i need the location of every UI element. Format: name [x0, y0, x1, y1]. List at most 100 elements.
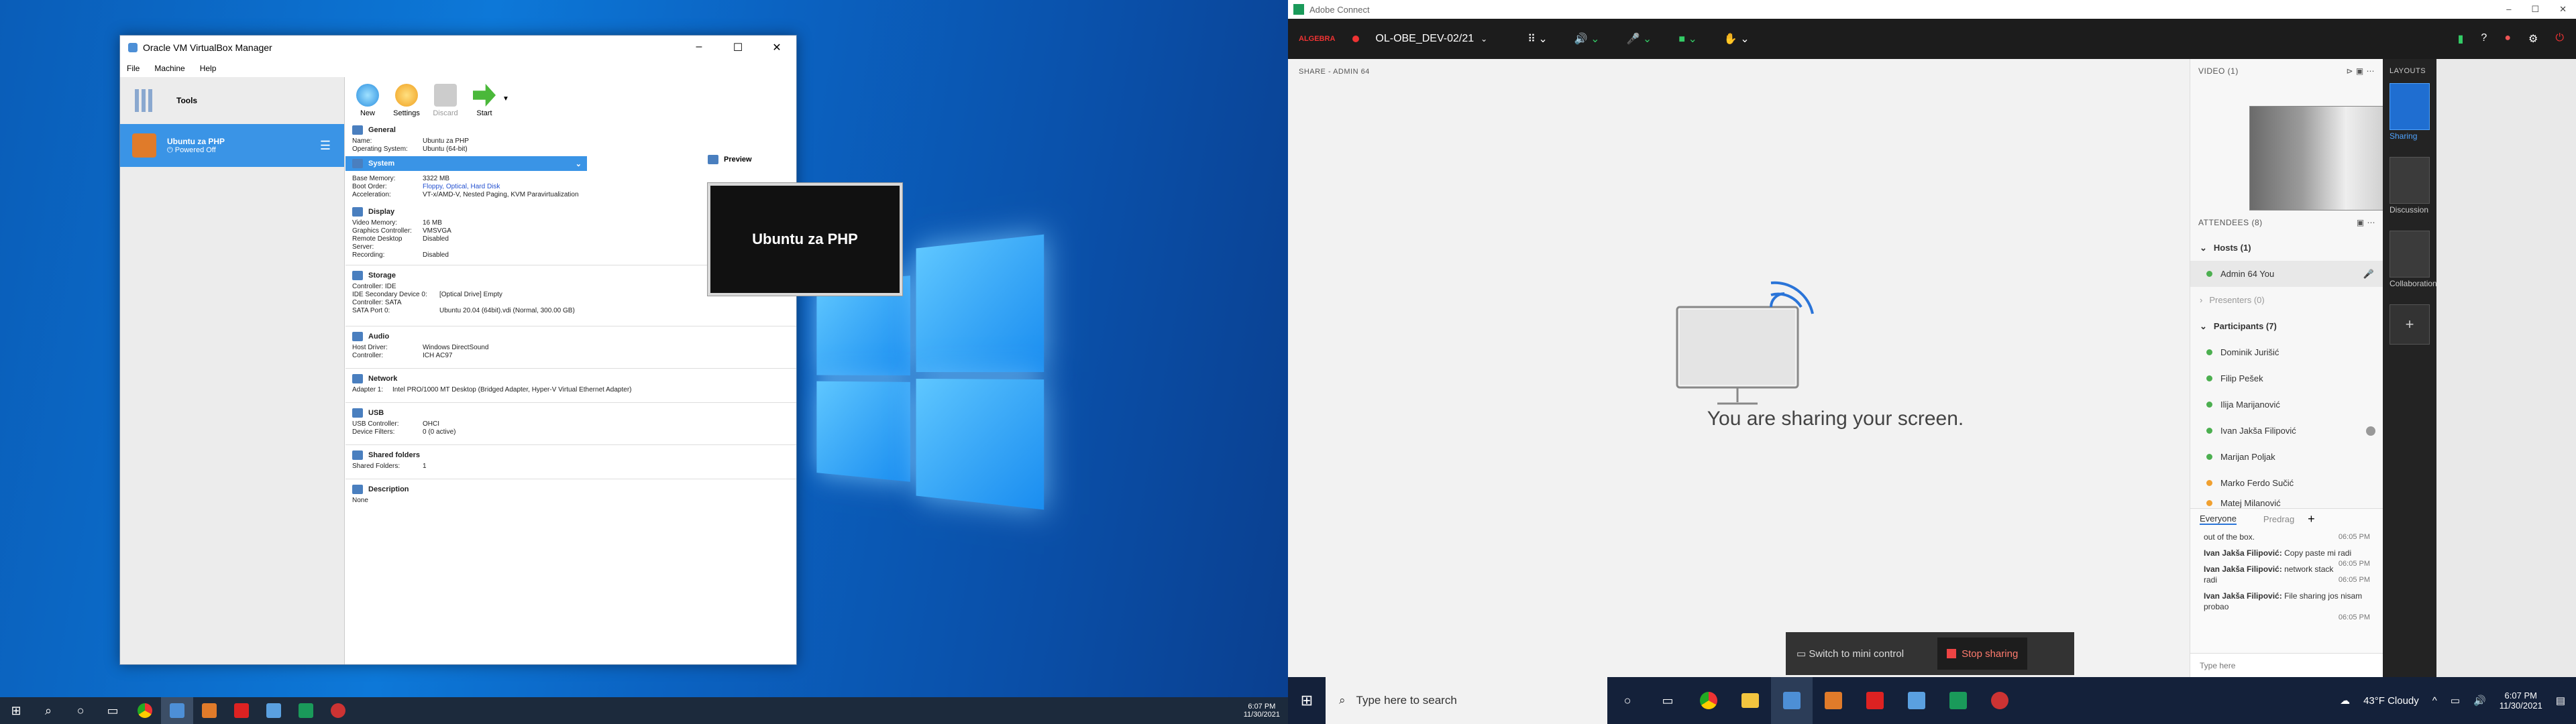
detail-value: Ubuntu za PHP — [423, 137, 469, 145]
apps-grid-icon[interactable]: ⠿ ⌄ — [1527, 32, 1548, 46]
notifications-icon[interactable]: ● — [2504, 32, 2511, 46]
stop-sharing-button[interactable]: Stop sharing — [1937, 638, 2028, 670]
app-icon-red[interactable] — [322, 697, 354, 724]
help-icon[interactable]: ? — [2481, 32, 2487, 46]
layout-discussion[interactable] — [2390, 157, 2430, 204]
layout-sharing[interactable] — [2390, 83, 2430, 130]
display-title[interactable]: Display — [368, 208, 394, 216]
participant-row[interactable]: Matej Milanović — [2190, 496, 2383, 509]
attendee-name: Filip Pešek — [2220, 373, 2263, 383]
participant-row[interactable]: Marko Ferdo Sučić — [2190, 470, 2383, 496]
chrome-icon[interactable] — [1688, 677, 1729, 724]
clock-right[interactable]: 6:07 PM 11/30/2021 — [2500, 690, 2542, 711]
room-dropdown-icon[interactable]: ⌄ — [1481, 34, 1487, 44]
start-dropdown-icon[interactable]: ▼ — [502, 95, 509, 103]
start-menu-icon[interactable]: ⊞ — [0, 697, 32, 724]
camera-icon[interactable]: ■ ⌄ — [1678, 32, 1697, 46]
chevron-down-icon: ⌄ — [2200, 320, 2207, 331]
tray-chevron-icon[interactable]: ^ — [2432, 695, 2437, 707]
detail-value: Disabled — [423, 251, 449, 259]
notification-center-icon[interactable]: ▤ — [2556, 695, 2565, 707]
new-button[interactable]: New — [352, 77, 383, 120]
network-icon[interactable]: ▭ — [2451, 695, 2460, 707]
participants-group[interactable]: ⌄ Participants (7) — [2190, 313, 2383, 339]
clock-left[interactable]: 6:07 PM 11/30/2021 — [1244, 697, 1280, 724]
usb-title[interactable]: USB — [368, 409, 384, 417]
taskbar-left: ⊞ ⌕ ○ ▭ 6:07 PM 11/30/2021 — [0, 697, 1288, 724]
boot-order-link[interactable]: Floppy, Optical, Hard Disk — [423, 183, 500, 191]
app-icon-orange[interactable] — [1813, 677, 1854, 724]
description-title[interactable]: Description — [368, 485, 409, 493]
microphone-icon[interactable]: 🎤 ⌄ — [1627, 32, 1652, 46]
vm-item-ubuntu[interactable]: Ubuntu za PHP ⏻ Powered Off ☰ — [120, 124, 344, 167]
close-icon[interactable]: ✕ — [757, 41, 796, 54]
maximize-icon[interactable]: ☐ — [718, 41, 757, 54]
acrobat-icon[interactable] — [1854, 677, 1896, 724]
layout-collaboration[interactable] — [2390, 231, 2430, 278]
start-menu-icon[interactable]: ⊞ — [1288, 677, 1326, 724]
participant-row[interactable]: Dominik Jurišić — [2190, 339, 2383, 365]
status-badge-icon — [2366, 426, 2375, 436]
menu-machine[interactable]: Machine — [154, 64, 184, 73]
app-icon-red[interactable] — [1979, 677, 2021, 724]
attendees-options-icon[interactable]: ▣ ⋯ — [2357, 218, 2375, 227]
participant-row[interactable]: Filip Pešek — [2190, 365, 2383, 391]
virtualbox-taskbar-icon[interactable] — [1771, 677, 1813, 724]
network-title[interactable]: Network — [368, 375, 397, 383]
weather-text[interactable]: 43°F Cloudy — [2363, 695, 2419, 707]
minimize-icon[interactable]: – — [680, 41, 718, 54]
participant-row[interactable]: Marijan Poljak — [2190, 444, 2383, 470]
tools-item[interactable]: Tools — [120, 77, 344, 124]
host-row[interactable]: Admin 64 You 🎤 — [2190, 261, 2383, 287]
shared-folders-title[interactable]: Shared folders — [368, 451, 420, 459]
settings-icon[interactable]: ⚙ — [2528, 32, 2538, 46]
start-button[interactable]: Start — [469, 77, 500, 120]
task-view-icon[interactable]: ▭ — [97, 697, 129, 724]
room-name[interactable]: OL-OBE_DEV-02/21 — [1375, 33, 1474, 45]
collapse-chevron-icon[interactable]: ⌄ — [576, 160, 582, 168]
task-view-icon[interactable]: ▭ — [1648, 677, 1688, 724]
acrobat-icon[interactable] — [225, 697, 258, 724]
audio-title[interactable]: Audio — [368, 333, 389, 341]
taskbar-search[interactable]: ⌕ Type here to search — [1326, 677, 1607, 724]
volume-icon[interactable]: 🔊 — [2473, 695, 2486, 707]
video-pod-options-icon[interactable]: ⊳ ▣ ⋯ — [2346, 66, 2375, 76]
minimize-icon[interactable]: – — [2506, 4, 2511, 15]
cortana-icon[interactable]: ○ — [64, 697, 97, 724]
speaker-icon[interactable]: 🔊 ⌄ — [1574, 32, 1600, 46]
vm-menu-icon[interactable]: ☰ — [320, 139, 331, 153]
attendee-name: Dominik Jurišić — [2220, 347, 2279, 357]
chat-input[interactable] — [2190, 653, 2383, 677]
system-title[interactable]: System — [368, 160, 394, 168]
virtualbox-taskbar-icon[interactable] — [161, 697, 193, 724]
menu-file[interactable]: File — [127, 64, 140, 73]
hosts-group[interactable]: ⌄ Hosts (1) — [2190, 235, 2383, 261]
chat-tab-predrag[interactable]: Predrag — [2263, 514, 2294, 524]
close-icon[interactable]: ✕ — [2559, 4, 2567, 15]
app-icon-blue[interactable] — [1896, 677, 1937, 724]
chat-tab-everyone[interactable]: Everyone — [2200, 514, 2237, 525]
chrome-icon[interactable] — [129, 697, 161, 724]
adobe-connect-icon[interactable] — [1937, 677, 1979, 724]
switch-mini-control-button[interactable]: ▭ Switch to mini control — [1796, 648, 1904, 660]
maximize-icon[interactable]: ☐ — [2531, 4, 2539, 15]
menu-help[interactable]: Help — [200, 64, 217, 73]
app-icon-blue[interactable] — [258, 697, 290, 724]
adobe-connect-icon[interactable] — [290, 697, 322, 724]
cortana-icon[interactable]: ○ — [1607, 677, 1648, 724]
participant-row[interactable]: Ilija Marijanović — [2190, 391, 2383, 418]
recording-dot-icon[interactable] — [1352, 36, 1360, 42]
general-title[interactable]: General — [368, 126, 396, 134]
app-icon-orange[interactable] — [193, 697, 225, 724]
presenters-group[interactable]: › Presenters (0) — [2190, 287, 2383, 313]
add-tab-icon[interactable]: + — [2308, 512, 2315, 526]
search-icon[interactable]: ⌕ — [32, 697, 64, 724]
storage-title[interactable]: Storage — [368, 272, 396, 280]
participant-row[interactable]: Ivan Jakša Filipović — [2190, 418, 2383, 444]
signal-icon[interactable]: ▮ — [2458, 32, 2464, 46]
settings-button[interactable]: Settings — [391, 77, 422, 120]
file-explorer-icon[interactable] — [1729, 677, 1771, 724]
add-layout-button[interactable]: + — [2390, 304, 2430, 345]
raise-hand-icon[interactable]: ✋ ⌄ — [1724, 32, 1750, 46]
power-icon[interactable]: ⏻ — [2555, 32, 2564, 46]
